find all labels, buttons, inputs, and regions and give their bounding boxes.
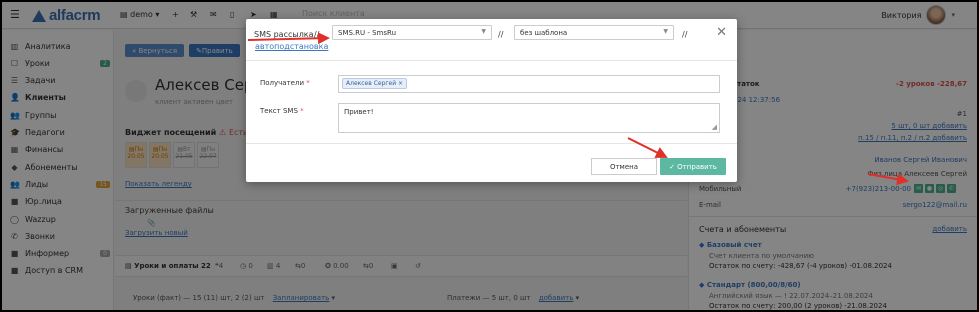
arrow-to-send bbox=[627, 137, 668, 158]
app-window: ☰ alfacrm ▤ demo ▾ + ⚒ ✉ ▯ ➤ ▦ Поиск кли… bbox=[2, 2, 977, 310]
annotation-arrows bbox=[247, 32, 909, 186]
arrow-to-sms-icon bbox=[867, 173, 909, 186]
arrow-to-provider bbox=[247, 32, 330, 45]
